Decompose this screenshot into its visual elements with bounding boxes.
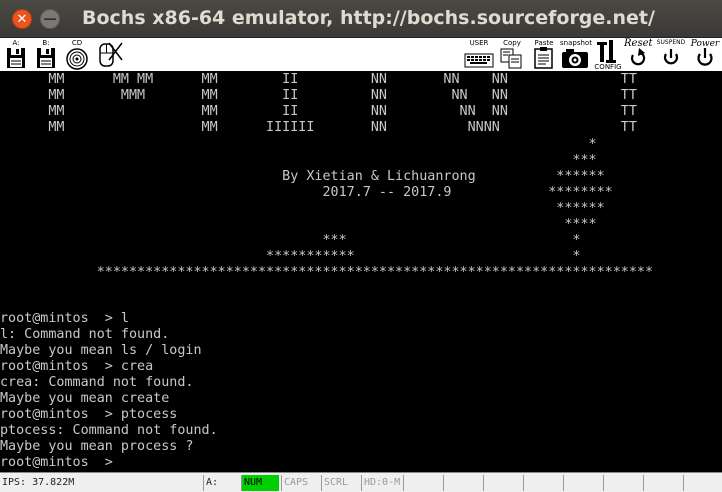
ips-indicator: IPS: 37.822M [2,477,75,488]
status-slot [403,475,441,491]
floppy-b-button[interactable]: B: [34,38,58,71]
status-slot [483,475,521,491]
console-line: root@mintos > l [0,311,129,326]
console-line: l: Command not found. [0,327,170,342]
art-line: * [0,137,597,152]
console-line: ptocess: Command not found. [0,423,218,438]
snapshot-button[interactable]: snapshot [558,38,594,71]
caps-lock-indicator: CAPS [281,475,319,491]
floppy-icon [37,48,55,68]
emulator-screen[interactable]: MM MM MM MM II NN NN NN TT MM MMM MM II … [0,72,722,472]
status-slot [603,475,641,491]
status-slot [443,475,481,491]
num-lock-indicator: NUM [241,475,279,491]
art-line: 2017.7 -- 2017.9 ******** [0,185,613,200]
floppy-icon [7,48,25,68]
console-prompt[interactable]: root@mintos > [0,455,113,471]
window-titlebar[interactable]: ✕ — Bochs x86-64 emulator, http://bochs.… [0,0,722,38]
reset-button[interactable]: Reset [624,38,653,71]
art-line: ****************************************… [0,265,654,280]
console-line: crea: Command not found. [0,375,194,390]
banner-line: MM MMM MM II NN NN NN TT [0,88,637,103]
console-line: Maybe you mean ls / login [0,343,202,358]
status-slot [563,475,601,491]
art-line: By Xietian & Lichuanrong ****** [0,169,605,184]
window-minimize-button[interactable]: — [40,9,60,29]
console-line: Maybe you mean create [0,391,170,406]
console-line: Maybe you mean process ? [0,439,194,454]
mouse-icon [99,42,123,67]
user-button[interactable]: USER [462,38,496,71]
bochs-toolbar: A: B: CD USER Copy Paste snapshot CONFIG… [0,38,722,72]
statusbar: IPS: 37.822M A: NUM CAPS SCRL HD:0-M [0,472,722,492]
paste-button[interactable]: Paste [530,38,558,71]
mouse-capture-button[interactable] [96,38,124,71]
floppy-a-button[interactable]: A: [4,38,28,71]
config-button[interactable]: CONFIG [594,38,622,71]
art-line: *********** * [0,249,581,264]
reset-icon [630,48,646,66]
art-line: *** * [0,233,581,248]
banner-line: MM MM IIIIII NN NNNN TT [0,120,637,135]
paste-icon [534,47,553,69]
drive-indicator: A: [203,475,239,491]
copy-icon [500,48,522,69]
power-icon [697,48,713,66]
copy-button[interactable]: Copy [498,38,526,71]
minimize-icon: — [43,11,57,27]
cdrom-icon [66,48,88,70]
status-slot [683,475,722,491]
console-line: root@mintos > ptocess [0,407,178,422]
suspend-button[interactable]: SUSPEND [654,38,688,71]
cdrom-button[interactable]: CD [64,38,90,71]
art-line: **** [0,217,597,232]
banner-line: MM MM MM MM II NN NN NN TT [0,72,637,87]
console-line: root@mintos > crea [0,359,154,374]
art-line: ****** [0,201,605,216]
window-close-button[interactable]: ✕ [12,9,32,29]
status-slot [523,475,561,491]
window-title: Bochs x86-64 emulator, http://bochs.sour… [82,7,655,29]
suspend-icon [663,49,679,65]
camera-icon [562,49,588,68]
hd-indicator: HD:0-M [361,475,401,491]
power-button[interactable]: Power [690,38,720,71]
close-icon: ✕ [16,11,28,27]
status-slot [643,475,681,491]
art-line: *** [0,153,597,168]
scroll-lock-indicator: SCRL [321,475,359,491]
keyboard-icon [464,53,494,68]
banner-line: MM MM II NN NN NN TT [0,104,637,119]
